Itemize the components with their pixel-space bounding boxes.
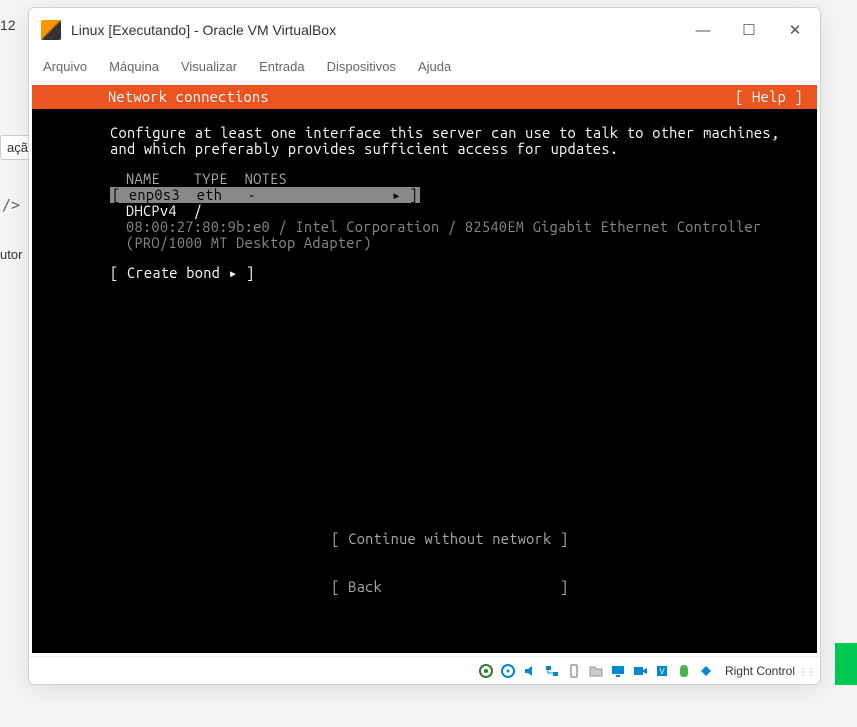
shared-folders-icon[interactable]: [587, 662, 605, 680]
create-bond-button[interactable]: [ Create bond ▸ ]: [32, 265, 817, 281]
help-button[interactable]: [ Help ]: [735, 89, 803, 105]
virtualbox-icon: [41, 20, 61, 40]
hostkey-label: Right Control: [725, 664, 795, 678]
back-button[interactable]: [ Back ]: [331, 579, 568, 595]
menu-maquina[interactable]: Máquina: [105, 57, 163, 76]
interface-table-header: NAME TYPE NOTES: [32, 171, 817, 187]
close-button[interactable]: ✕: [786, 21, 804, 39]
minimize-button[interactable]: —: [694, 21, 712, 39]
audio-icon[interactable]: [521, 662, 539, 680]
screen-title: Network connections: [46, 89, 269, 105]
svg-text:V: V: [659, 667, 665, 676]
virtualbox-window: Linux [Executando] - Oracle VM VirtualBo…: [28, 7, 821, 685]
continue-without-network-button[interactable]: [ Continue without network ]: [331, 531, 568, 547]
interface-hardware-info: 08:00:27:80:9b:e0 / Intel Corporation / …: [32, 219, 817, 251]
menu-ajuda[interactable]: Ajuda: [414, 57, 455, 76]
menubar: Arquivo Máquina Visualizar Entrada Dispo…: [29, 52, 820, 82]
background-text: utor: [0, 247, 22, 262]
interface-type: eth: [197, 186, 222, 203]
usb-icon[interactable]: [565, 662, 583, 680]
interface-notes: -: [248, 186, 256, 203]
interface-dhcp-row: DHCPv4 /: [32, 203, 817, 219]
menu-dispositivos[interactable]: Dispositivos: [323, 57, 400, 76]
cpu-icon[interactable]: V: [653, 662, 671, 680]
maximize-button[interactable]: ☐: [740, 21, 758, 39]
installer-header: Network connections [ Help ]: [32, 85, 817, 109]
network-icon[interactable]: [543, 662, 561, 680]
recording-icon[interactable]: [631, 662, 649, 680]
interface-row-selected[interactable]: [ enp0s3 eth -▸ ]: [110, 187, 420, 203]
menu-dots-icon: [798, 664, 812, 678]
menu-visualizar[interactable]: Visualizar: [177, 57, 241, 76]
menu-arquivo[interactable]: Arquivo: [39, 57, 91, 76]
titlebar: Linux [Executando] - Oracle VM VirtualBo…: [29, 8, 820, 52]
chevron-right-icon: ▸: [392, 186, 401, 203]
statusbar: V Right Control: [29, 656, 820, 684]
interface-name: enp0s3: [129, 186, 180, 203]
window-controls: — ☐ ✕: [694, 21, 808, 39]
instructions-text: Configure at least one interface this se…: [32, 125, 817, 157]
keyboard-capture-icon[interactable]: [697, 662, 715, 680]
hostkey-indicator[interactable]: Right Control: [725, 664, 812, 678]
window-title: Linux [Executando] - Oracle VM VirtualBo…: [71, 22, 684, 38]
display-icon[interactable]: [609, 662, 627, 680]
background-green-bar: [835, 643, 857, 685]
menu-entrada[interactable]: Entrada: [255, 57, 309, 76]
footer-buttons: [ Continue without network ] [ Back ]: [32, 483, 817, 643]
background-text: />: [2, 196, 20, 214]
harddisk-icon[interactable]: [477, 662, 495, 680]
mouse-integration-icon[interactable]: [675, 662, 693, 680]
background-text: 12: [0, 17, 16, 33]
vm-console[interactable]: Network connections [ Help ] Configure a…: [32, 85, 817, 653]
optical-icon[interactable]: [499, 662, 517, 680]
